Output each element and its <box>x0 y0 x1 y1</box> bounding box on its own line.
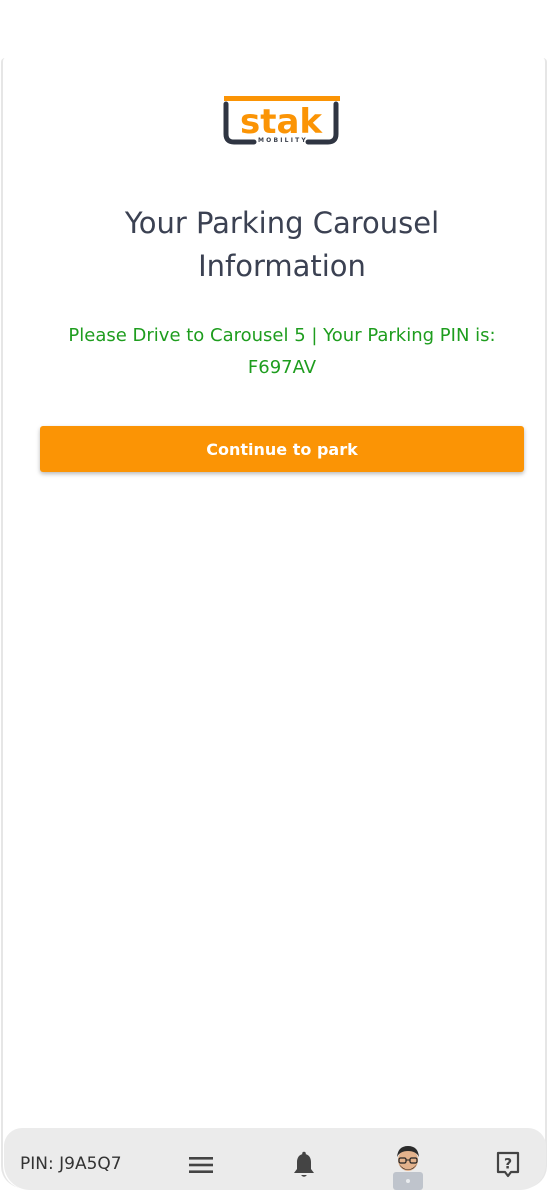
page-title: Your Parking Carousel Information <box>124 206 440 283</box>
avatar[interactable] <box>388 1142 428 1190</box>
app-screen: stak MOBILITY Your Parking Carousel Info… <box>0 0 550 1190</box>
parking-info-message: Please Drive to Carousel 5 | Your Parkin… <box>68 325 496 378</box>
logo-wordmark: stak <box>240 102 323 142</box>
menu-icon[interactable] <box>188 1154 214 1176</box>
svg-text:?: ? <box>504 1157 512 1173</box>
logo-subtext: MOBILITY <box>258 137 308 144</box>
pin-label: PIN: J9A5Q7 <box>20 1154 122 1174</box>
help-icon[interactable]: ? <box>494 1150 522 1180</box>
bottom-nav-bar: PIN: J9A5Q7 ? <box>4 1128 546 1190</box>
bell-icon[interactable] <box>290 1150 318 1180</box>
continue-to-park-button[interactable]: Continue to park <box>40 426 524 472</box>
